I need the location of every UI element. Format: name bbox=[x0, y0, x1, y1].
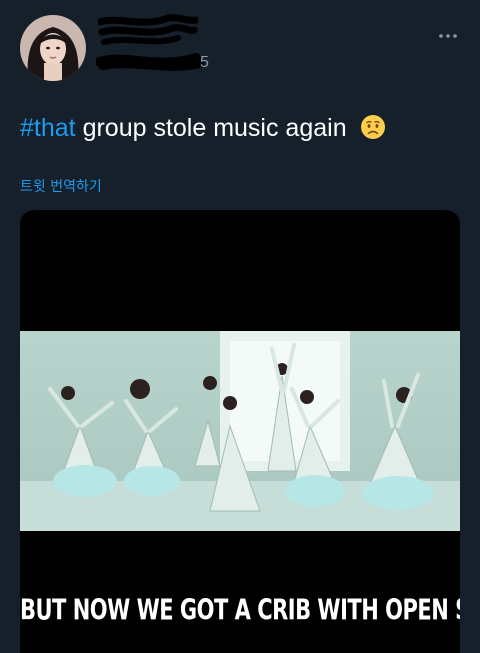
worried-face-icon bbox=[360, 114, 386, 148]
translate-tweet-link[interactable]: 트윗 번역하기 bbox=[20, 176, 102, 196]
more-icon bbox=[439, 34, 457, 38]
tweet-body: group stole music again bbox=[82, 114, 347, 142]
avatar-photo bbox=[20, 15, 86, 81]
more-options-button[interactable] bbox=[436, 26, 460, 46]
avatar[interactable] bbox=[20, 15, 86, 81]
hashtag-link[interactable]: #that bbox=[20, 114, 76, 142]
tweet-media-video[interactable]: BUT NOW WE GOT A CRIB WITH OPEN SPACES bbox=[20, 210, 460, 653]
tweet-text: #that group stole music again bbox=[20, 112, 386, 148]
video-frame-dancers bbox=[20, 331, 460, 531]
handle-redacted: 5 bbox=[96, 53, 209, 71]
display-name-redacted[interactable] bbox=[98, 14, 198, 48]
video-caption: BUT NOW WE GOT A CRIB WITH OPEN SPACES bbox=[20, 593, 460, 627]
svg-text:5: 5 bbox=[200, 54, 209, 71]
